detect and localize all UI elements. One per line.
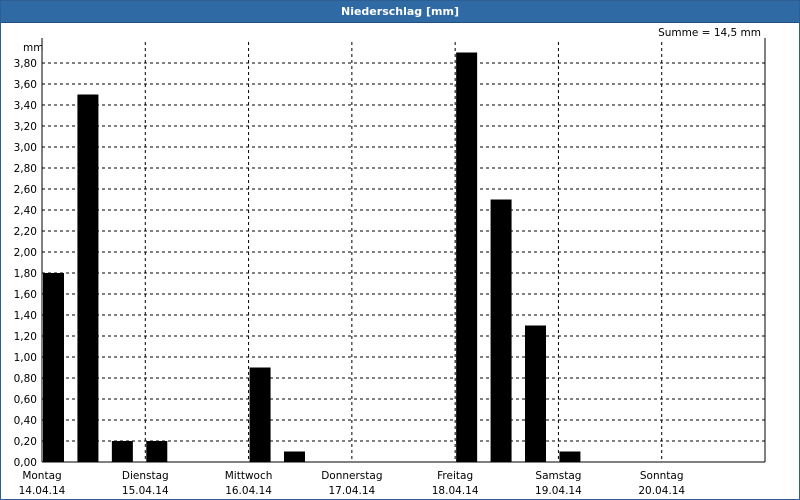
y-tick-label: 0,60 [14,394,37,406]
y-tick-label: 2,20 [14,226,37,238]
y-tick-label: 3,20 [14,121,37,133]
bar [111,441,133,462]
y-tick-label: 1,20 [14,331,37,343]
y-tick-label: 0,80 [14,373,37,385]
axes: 0,00 0,20 0,40 0,60 0,80 1,00 1,20 1,40 1,60 1,80… [14,38,766,497]
grid-lines [42,42,765,462]
bar [456,52,478,462]
y-tick-label: 3,00 [14,142,37,154]
precipitation-chart: 0,00 0,20 0,40 0,60 0,80 1,00 1,20 1,40 1,60 1,80… [14,38,766,497]
y-tick-label: 1,00 [14,352,37,364]
bar [559,451,581,462]
x-tick-day-label: Montag [22,470,61,482]
bar [146,441,168,462]
y-tick-label: 2,80 [14,163,37,175]
bar [249,367,271,462]
x-tick-date-label: 14.04.14 [19,485,66,497]
bar [284,451,305,462]
x-tick-day-label: Donnerstag [321,470,382,482]
x-tick-day-label: Dienstag [122,470,169,482]
x-tick-date-label: 16.04.14 [225,485,272,497]
y-tick-label: 1,60 [14,289,37,301]
bar [43,273,64,462]
x-tick-date-label: 20.04.14 [638,485,685,497]
title-bar: Niederschlag [mm] [1,1,799,23]
x-tick-day-label: Sonntag [640,470,684,482]
y-tick-label: 2,40 [14,205,37,217]
bar [490,199,512,462]
y-tick-label: 1,80 [14,268,37,280]
bars [43,52,581,462]
bar [525,325,546,462]
y-axis-label: mm [23,42,43,54]
y-tick-label: 2,60 [14,184,37,196]
x-tick-date-label: 19.04.14 [535,485,582,497]
x-tick-date-label: 15.04.14 [122,485,169,497]
y-tick-label: 3,60 [14,79,37,91]
y-tick-label: 1,40 [14,310,37,322]
y-tick-label: 2,00 [14,247,37,259]
chart-title: Niederschlag [mm] [341,5,459,18]
bar [77,94,99,462]
chart-window: Niederschlag [mm] Summe = 14,5 mm 0,00 0,… [0,0,800,500]
y-tick-label: 0,20 [14,436,37,448]
x-tick-date-label: 18.04.14 [432,485,479,497]
x-tick-day-label: Freitag [437,470,473,482]
y-tick-label: 0,40 [14,415,37,427]
x-tick-day-label: Mittwoch [225,470,273,482]
x-tick-date-label: 17.04.14 [328,485,375,497]
y-tick-label: 3,40 [14,100,37,112]
y-tick-label: 0,00 [14,457,37,469]
y-tick-label: 3,80 [14,58,37,70]
x-tick-day-label: Samstag [535,470,581,482]
